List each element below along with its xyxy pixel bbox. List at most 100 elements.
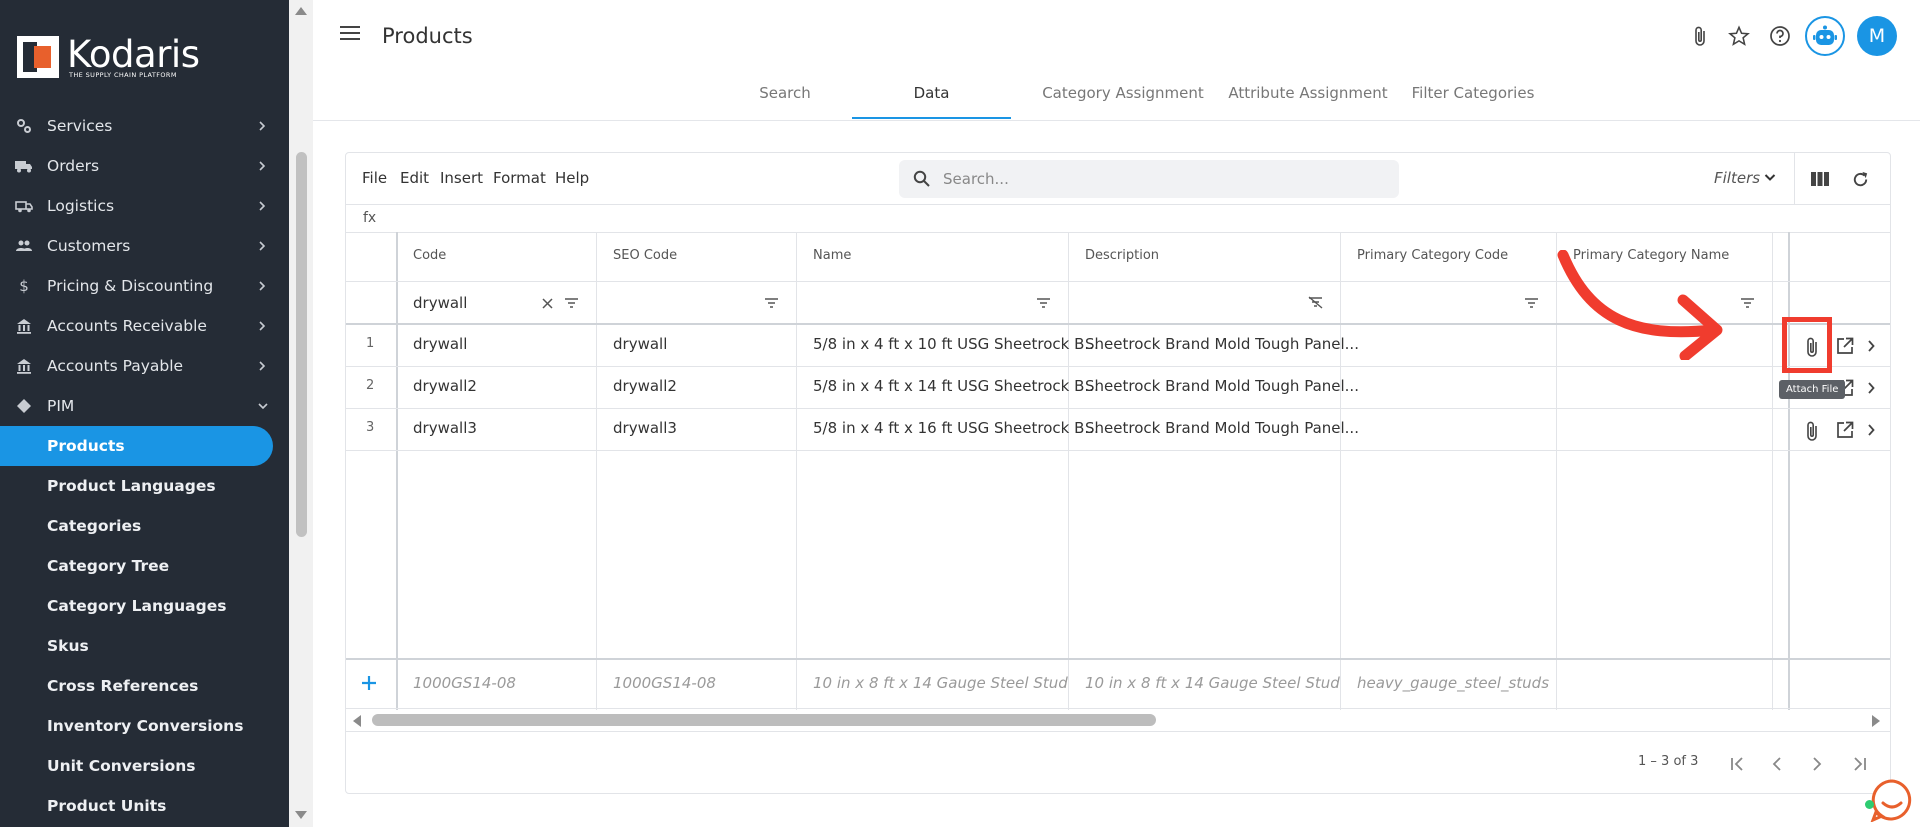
filter-icon[interactable] xyxy=(765,298,778,308)
robot-icon xyxy=(1813,25,1837,47)
chevron-down-icon[interactable] xyxy=(1764,173,1776,182)
cell-code[interactable]: drywall xyxy=(413,335,467,353)
sidebar-scroll-thumb[interactable] xyxy=(296,152,307,537)
sidebar-item-cross-references[interactable]: Cross References xyxy=(0,666,289,706)
sidebar-item-services[interactable]: Services xyxy=(0,106,289,146)
cell-name[interactable]: 5/8 in x 4 ft x 10 ft USG Sheetrock B... xyxy=(813,335,1099,353)
sidebar-item-products[interactable]: Products xyxy=(0,426,273,466)
new-row-divider xyxy=(346,658,1890,660)
menu-insert[interactable]: Insert xyxy=(440,169,483,187)
sidebar-item-inventory-conversions[interactable]: Inventory Conversions xyxy=(0,706,289,746)
column-header-description[interactable]: Description xyxy=(1085,248,1159,263)
tab-filter-categories[interactable]: Filter Categories xyxy=(1388,84,1558,102)
sidebar-item-skus[interactable]: Skus xyxy=(0,626,289,666)
cell-name[interactable]: 5/8 in x 4 ft x 16 ft USG Sheetrock B... xyxy=(813,419,1099,437)
cell-seo-code[interactable]: drywall3 xyxy=(613,419,677,437)
grid-search-input[interactable]: Search... xyxy=(899,160,1399,198)
open-external-icon[interactable] xyxy=(1836,421,1854,439)
sidebar-item-customers[interactable]: Customers xyxy=(0,226,289,266)
cell-seo-code[interactable]: drywall xyxy=(613,335,667,353)
filter-icon[interactable] xyxy=(1525,298,1538,308)
tab-search[interactable]: Search xyxy=(729,84,841,102)
tab-category-assignment[interactable]: Category Assignment xyxy=(1023,84,1223,102)
chevron-right-icon[interactable] xyxy=(1867,340,1875,352)
logo-mark-icon xyxy=(17,36,59,78)
filter-icon[interactable] xyxy=(1037,298,1050,308)
filter-off-icon[interactable] xyxy=(1308,296,1323,309)
open-external-icon[interactable] xyxy=(1836,337,1854,355)
assistant-robot-button[interactable] xyxy=(1805,16,1845,56)
new-row-bottom-divider xyxy=(346,708,1890,709)
clear-filter-icon[interactable] xyxy=(542,298,553,309)
filter-icon[interactable] xyxy=(565,298,578,308)
cell-description[interactable]: Sheetrock Brand Mold Tough Panel... xyxy=(1085,419,1359,437)
refresh-icon[interactable] xyxy=(1851,170,1870,189)
chat-support-icon[interactable] xyxy=(1870,778,1914,822)
menu-file[interactable]: File xyxy=(362,169,387,187)
last-page-icon[interactable] xyxy=(1851,757,1867,771)
next-page-icon[interactable] xyxy=(1812,757,1822,771)
filter-icon[interactable] xyxy=(1741,298,1754,308)
column-header-code[interactable]: Code xyxy=(413,248,446,263)
new-row-name[interactable]: 10 in x 8 ft x 14 Gauge Steel Stud xyxy=(813,674,1068,692)
star-icon[interactable] xyxy=(1727,24,1751,48)
scroll-down-arrow-icon[interactable] xyxy=(294,810,308,820)
cell-code[interactable]: drywall3 xyxy=(413,419,477,437)
scroll-right-arrow-icon[interactable] xyxy=(1871,714,1881,728)
chevron-right-icon xyxy=(257,360,267,372)
columns-icon[interactable] xyxy=(1811,171,1829,187)
cell-description[interactable]: Sheetrock Brand Mold Tough Panel... xyxy=(1085,335,1359,353)
menu-format[interactable]: Format xyxy=(493,169,546,187)
filters-dropdown[interactable]: Filters xyxy=(1714,169,1760,187)
user-avatar[interactable]: M xyxy=(1857,16,1897,56)
kodaris-logo[interactable]: Kodaris THE SUPPLY CHAIN PLATFORM xyxy=(17,33,200,79)
previous-page-icon[interactable] xyxy=(1772,757,1782,771)
help-icon[interactable] xyxy=(1768,24,1792,48)
sidebar-item-unit-conversions[interactable]: Unit Conversions xyxy=(0,746,289,786)
sidebar-item-pim[interactable]: PIM xyxy=(0,386,289,426)
cell-description[interactable]: Sheetrock Brand Mold Tough Panel... xyxy=(1085,377,1359,395)
menu-edit[interactable]: Edit xyxy=(400,169,429,187)
scroll-up-arrow-icon[interactable] xyxy=(294,6,308,16)
sidebar-item-label: Category Languages xyxy=(47,597,227,615)
column-header-primary-category-code[interactable]: Primary Category Code xyxy=(1357,248,1508,263)
column-header-seo-code[interactable]: SEO Code xyxy=(613,248,677,263)
tab-data[interactable]: Data xyxy=(852,84,1011,102)
cell-code[interactable]: drywall2 xyxy=(413,377,477,395)
sidebar-item-label: Services xyxy=(47,117,113,135)
rownum-divider xyxy=(396,232,398,710)
active-tab-indicator xyxy=(852,117,1011,119)
sidebar-item-accounts-receivable[interactable]: Accounts Receivable xyxy=(0,306,289,346)
new-row-category-code[interactable]: heavy_gauge_steel_studs xyxy=(1357,674,1549,692)
cell-seo-code[interactable]: drywall2 xyxy=(613,377,677,395)
horizontal-scroll-thumb[interactable] xyxy=(372,714,1156,726)
sidebar-item-accounts-payable[interactable]: Accounts Payable xyxy=(0,346,289,386)
sidebar-item-logistics[interactable]: Logistics xyxy=(0,186,289,226)
online-status-dot xyxy=(1865,800,1874,809)
sidebar-item-category-languages[interactable]: Category Languages xyxy=(0,586,289,626)
sidebar-item-orders[interactable]: Orders xyxy=(0,146,289,186)
first-page-icon[interactable] xyxy=(1730,757,1746,771)
add-row-icon[interactable] xyxy=(361,675,377,691)
new-row-description[interactable]: 10 in x 8 ft x 14 Gauge Steel Stud xyxy=(1085,674,1340,692)
column-header-name[interactable]: Name xyxy=(813,248,851,263)
new-row-code[interactable]: 1000GS14-08 xyxy=(413,674,516,692)
menu-icon[interactable] xyxy=(340,25,360,45)
code-filter-input[interactable]: drywall xyxy=(413,294,467,312)
chevron-right-icon[interactable] xyxy=(1867,382,1875,394)
chevron-right-icon[interactable] xyxy=(1867,424,1875,436)
brand-name: Kodaris xyxy=(67,33,200,76)
sidebar-item-categories[interactable]: Categories xyxy=(0,506,289,546)
sidebar-item-category-tree[interactable]: Category Tree xyxy=(0,546,289,586)
menu-help[interactable]: Help xyxy=(555,169,589,187)
scroll-left-arrow-icon[interactable] xyxy=(352,714,362,728)
paperclip-icon[interactable] xyxy=(1688,24,1712,48)
sidebar-item-product-languages[interactable]: Product Languages xyxy=(0,466,289,506)
sidebar-item-product-units[interactable]: Product Units xyxy=(0,786,289,826)
cell-name[interactable]: 5/8 in x 4 ft x 14 ft USG Sheetrock B... xyxy=(813,377,1099,395)
toolbar-divider xyxy=(1794,152,1795,205)
tab-attribute-assignment[interactable]: Attribute Assignment xyxy=(1213,84,1403,102)
sidebar-item-pricing[interactable]: $ Pricing & Discounting xyxy=(0,266,289,306)
attach-file-icon[interactable] xyxy=(1805,420,1819,442)
new-row-seo-code[interactable]: 1000GS14-08 xyxy=(613,674,716,692)
